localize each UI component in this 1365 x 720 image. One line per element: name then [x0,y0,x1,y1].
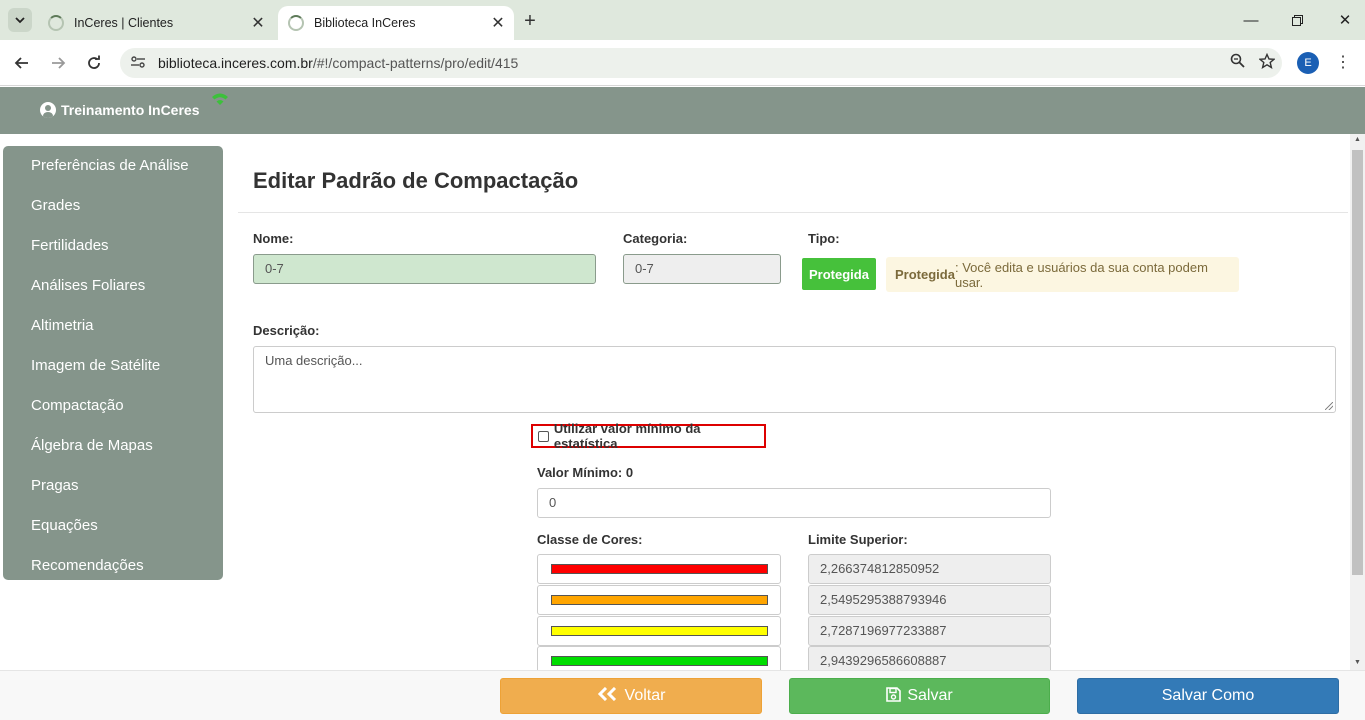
categoria-label: Categoria: [623,231,688,246]
limite-superior-value: 2,266374812850952 [808,554,1051,584]
browser-tab-biblioteca[interactable]: Biblioteca InCeres ✕ [278,6,514,40]
user-name: Treinamento InCeres [61,102,200,118]
color-class-picker[interactable] [537,585,781,615]
sidebar-item-pragas[interactable]: Pragas [3,466,223,506]
sidebar-item-preferencias-analise[interactable]: Preferências de Análise [3,146,223,186]
tipo-label: Tipo: [808,231,840,246]
tipo-note: Protegida: Você edita e usuários da sua … [886,257,1239,292]
floppy-disk-icon [886,686,902,706]
scrollbar-thumb[interactable] [1352,150,1363,575]
valor-minimo-input[interactable]: 0 [537,488,1051,518]
limite-superior-value: 2,7287196977233887 [808,616,1051,646]
tipo-note-bold: Protegida [895,267,955,282]
valor-minimo-checkbox[interactable] [538,430,549,442]
color-swatch [551,626,768,636]
url-host: biblioteca.inceres.com.br [158,55,313,71]
sidebar-item-grades[interactable]: Grades [3,186,223,226]
loading-icon [288,15,304,31]
limite-superior-value: 2,5495295388793946 [808,585,1051,615]
title-divider [238,212,1348,213]
voltar-label: Voltar [624,687,666,704]
form-footer: Voltar Salvar Salvar Como [0,670,1365,720]
page-title: Editar Padrão de Compactação [253,168,579,193]
chevron-down-icon [15,17,25,24]
app-header: Treinamento InCeres [0,87,1365,134]
categoria-select[interactable]: 0-7 [623,254,781,284]
back-button[interactable] [10,51,34,75]
close-icon[interactable]: ✕ [488,13,508,33]
salvar-label: Salvar [907,687,953,704]
url-text: biblioteca.inceres.com.br/#!/compact-pat… [158,55,1222,71]
new-tab-button[interactable]: + [518,10,542,32]
user-menu[interactable]: Treinamento InCeres [40,102,200,118]
descricao-placeholder: Uma descrição... [265,353,363,368]
arrow-right-icon [52,57,66,69]
address-bar[interactable]: biblioteca.inceres.com.br/#!/compact-pat… [120,48,1282,78]
sidebar-item-analises-foliares[interactable]: Análises Foliares [3,266,223,306]
forward-button[interactable] [46,51,70,75]
browser-tab-bar: InCeres | Clientes ✕ Biblioteca InCeres … [0,0,1365,40]
browser-tab-clientes[interactable]: InCeres | Clientes ✕ [38,6,274,40]
voltar-button[interactable]: Voltar [500,678,762,714]
reload-button[interactable] [82,51,106,75]
wifi-icon [212,93,228,105]
salvar-button[interactable]: Salvar [789,678,1050,714]
loading-icon [48,15,64,31]
user-circle-icon [40,102,56,118]
main-content: Editar Padrão de Compactação Nome: 0-7 C… [238,134,1348,676]
color-swatch [551,595,768,605]
kebab-menu-icon[interactable]: ⋮ [1334,52,1352,74]
close-window-button[interactable]: ✕ [1330,8,1360,32]
resize-handle-icon[interactable] [1325,402,1333,410]
tab-search-button[interactable] [8,8,32,32]
color-class-picker[interactable] [537,616,781,646]
restore-button[interactable] [1282,8,1312,32]
sidebar-item-algebra-mapas[interactable]: Álgebra de Mapas [3,426,223,466]
nome-label: Nome: [253,231,294,246]
zoom-icon[interactable] [1222,53,1252,73]
color-swatch [551,564,768,574]
arrow-left-icon [14,57,28,69]
close-icon[interactable]: ✕ [248,13,268,33]
tab-title: Biblioteca InCeres [314,16,416,30]
url-path: /#!/compact-patterns/pro/edit/415 [312,55,519,71]
sidebar-item-altimetria[interactable]: Altimetria [3,306,223,346]
descricao-label: Descrição: [253,323,320,338]
tipo-note-text: : Você edita e usuários da sua conta pod… [954,259,1208,290]
site-settings-icon[interactable] [130,55,148,72]
sidebar-item-recomendacoes[interactable]: Recomendações [3,546,223,586]
color-class-picker[interactable] [537,554,781,584]
sidebar-item-equacoes[interactable]: Equações [3,506,223,546]
limite-superior-label: Limite Superior: [808,532,908,547]
page-scrollbar[interactable]: ▲ ▼ [1350,134,1365,670]
profile-avatar[interactable]: E [1297,52,1319,74]
scroll-up-arrow-icon[interactable]: ▲ [1353,136,1362,143]
double-chevron-left-icon [597,686,619,705]
tab-title: InCeres | Clientes [74,16,174,30]
tipo-protegida-button[interactable]: Protegida [802,258,876,290]
salvar-como-label: Salvar Como [1161,687,1255,704]
reload-icon [88,55,100,69]
classe-cores-label: Classe de Cores: [537,532,643,547]
salvar-como-button[interactable]: Salvar Como [1077,678,1339,714]
scroll-down-arrow-icon[interactable]: ▼ [1353,659,1362,666]
descricao-textarea[interactable]: Uma descrição... [253,346,1336,413]
sidebar-menu: Preferências de Análise Grades Fertilida… [3,146,223,580]
valor-minimo-checkbox-label: Utilizar valor mínimo da estatística [553,421,701,451]
sidebar-item-fertilidades[interactable]: Fertilidades [3,226,223,266]
color-swatch [551,656,768,666]
valor-minimo-checkbox-wrapper[interactable]: Utilizar valor mínimo da estatística [531,421,766,451]
sidebar-item-compactacao[interactable]: Compactação [3,386,223,426]
bookmark-star-icon[interactable] [1252,52,1282,74]
nome-input[interactable]: 0-7 [253,254,596,284]
valor-minimo-label: Valor Mínimo: 0 [537,465,634,480]
browser-toolbar: biblioteca.inceres.com.br/#!/compact-pat… [0,40,1365,86]
sidebar-item-imagem-satelite[interactable]: Imagem de Satélite [3,346,223,386]
minimize-button[interactable]: — [1236,8,1266,32]
restore-icon [1291,14,1303,26]
